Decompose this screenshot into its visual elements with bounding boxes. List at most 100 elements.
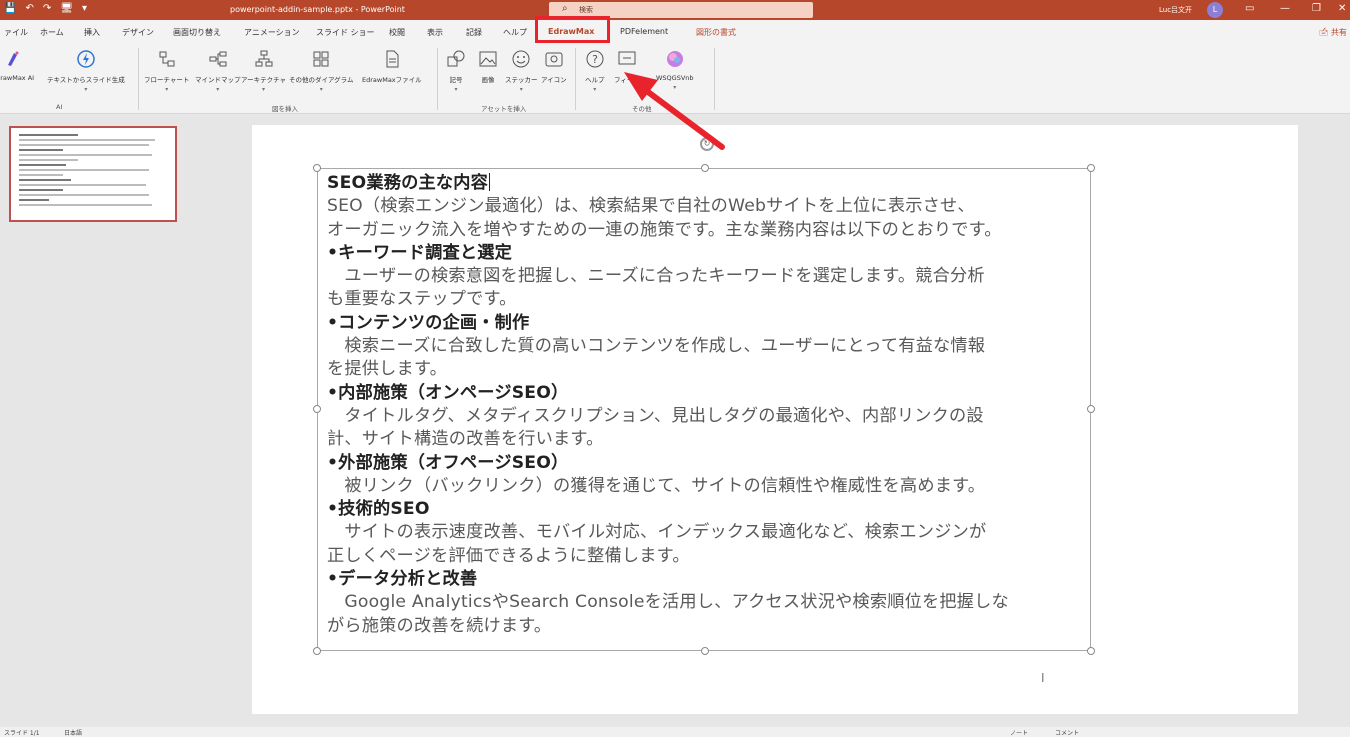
resize-handle[interactable] [313,164,321,172]
body-text-line: 被リンク（バックリンク）の獲得を通じて、サイトの信頼性や権威性を高めます。 [327,475,986,496]
sticker-button[interactable]: ステッカー ▾ [505,50,538,93]
help-icon: ? [586,50,604,68]
other-diagrams-button[interactable]: その他のダイアグラム ▾ [289,50,353,93]
redo-icon[interactable]: ↷ [43,3,51,14]
body-text-line: Google AnalyticsやSearch Consoleを活用し、アクセス… [327,592,1009,613]
tab-shape-format[interactable]: 図形の書式 [696,27,736,38]
tab-pdfelement[interactable]: PDFelement [620,27,668,36]
ribbon-display-icon[interactable]: ▭ [1245,3,1254,14]
text-to-slide-button[interactable]: テキストからスライド生成 ▾ [47,50,125,93]
customize-qa-icon[interactable]: ▾ [82,3,87,14]
feedback-button[interactable]: フィード [614,50,640,84]
sticker-icon [512,50,530,68]
group-label-ai: AI [56,103,63,111]
tab-help[interactable]: ヘルプ [503,27,527,38]
user-name[interactable]: Luc吕文开 [1159,5,1192,15]
body-text-line: 検索ニーズに合致した質の高いコンテンツを作成し、ユーザーにとって有益な情報 [327,336,986,357]
button-label: フィード [614,76,640,84]
help-button[interactable]: ? ヘルプ ▾ [585,50,605,93]
share-button[interactable]: 🖆 共有 [1319,27,1347,41]
app-orb-icon [666,51,683,67]
tab-file[interactable]: ァイル [4,27,28,38]
edrawmax-ai-button[interactable]: EdrawMax AI [0,50,34,82]
resize-handle[interactable] [313,647,321,655]
present-icon[interactable]: 🖥 [60,3,73,14]
tab-review[interactable]: 校閲 [389,27,405,38]
ribbon-divider [138,48,139,110]
tab-transitions[interactable]: 画面切り替え [173,27,221,38]
body-text-line: 計、サイト構造の改善を行います。 [327,429,604,450]
slide-counter: スライド 1/1 [4,730,40,737]
mindmap-icon [209,51,227,67]
tab-animations[interactable]: アニメーション [244,27,300,38]
chevron-down-icon: ▾ [165,86,169,93]
body-text-line: サイトの表示速度改善、モバイル対応、インデックス最適化など、検索エンジンが [327,522,987,543]
icon-button[interactable]: アイコン [541,50,567,84]
image-button[interactable]: 画像 [479,50,497,84]
status-bar: スライド 1/1 日本語 ノート コメント [0,727,1350,737]
slide-text-content[interactable]: SEO業務の主な内容 SEO（検索エンジン最適化）は、検索結果で自社のWebサイ… [327,172,1087,638]
minimize-icon[interactable]: — [1280,3,1290,14]
bullet-heading: •データ分析と改善 [327,569,478,590]
tab-home[interactable]: ホーム [40,27,64,38]
slide-title: SEO業務の主な内容 [327,173,491,193]
chevron-down-icon: ▾ [593,86,597,93]
feedback-icon [618,51,636,65]
mindmap-button[interactable]: マインドマップ ▾ [195,50,241,93]
button-label: 画像 [481,76,495,84]
resize-handle[interactable] [701,164,709,172]
tab-view[interactable]: 表示 [427,27,443,38]
architecture-button[interactable]: アーキテクチャ ▾ [241,50,286,93]
resize-handle[interactable] [701,647,709,655]
tab-insert[interactable]: 挿入 [84,27,100,38]
ribbon: EdrawMax AI テキストからスライド生成 ▾ AI フローチャート ▾ … [0,44,1350,114]
avatar[interactable]: L [1207,2,1223,18]
save-icon[interactable]: 💾 [4,3,16,14]
slide-canvas[interactable]: ↻ SEO業務の主な内容 SEO（検索エンジン最適化）は、検索結果で自社のWeb… [252,125,1298,714]
restore-icon[interactable]: ❐ [1312,3,1321,14]
ai-pen-icon [8,51,19,66]
chevron-down-icon: ▾ [673,84,677,91]
document-title: powerpoint-addin-sample.pptx - PowerPoin… [230,5,405,14]
edrawmax-file-button[interactable]: EdrawMaxファイル [362,50,422,84]
chevron-down-icon: ▾ [84,86,88,93]
notes-button[interactable]: ノート [1010,728,1028,737]
slide-thumbnail[interactable] [9,126,177,222]
chevron-down-icon: ▾ [519,86,523,93]
bullet-heading: •内部施策（オンページSEO） [327,382,569,403]
close-icon[interactable]: ✕ [1338,3,1346,14]
flowchart-icon [159,51,175,67]
ribbon-divider [437,48,438,110]
rotate-handle-icon[interactable]: ↻ [700,137,714,151]
resize-handle[interactable] [1087,405,1095,413]
wsqgsvnb-button[interactable]: WSQGSVnb ▾ [656,50,694,91]
bullet-heading: •外部施策（オフページSEO） [327,452,569,473]
quick-access-toolbar: 💾 ↶ ↷ 🖥 ▾ [4,3,87,14]
resize-handle[interactable] [1087,164,1095,172]
text-box[interactable]: SEO業務の主な内容 SEO（検索エンジン最適化）は、検索結果で自社のWebサイ… [313,164,1095,655]
body-text-line: SEO（検索エンジン最適化）は、検索結果で自社のWebサイトを上位に表示させ、 [327,196,975,217]
group-label-other: その他 [632,105,652,113]
body-text-line: オーガニック流入を増やすための一連の施策です。主な業務内容は以下のとおりです。 [327,219,1002,240]
symbol-button[interactable]: 記号 ▾ [447,50,465,93]
chevron-down-icon: ▾ [216,86,220,93]
icon-library-icon [545,52,563,67]
tab-slideshow[interactable]: スライド ショー [316,27,375,38]
flowchart-button[interactable]: フローチャート ▾ [144,50,189,93]
comments-button[interactable]: コメント [1055,728,1079,737]
button-label: テキストからスライド生成 [47,76,125,84]
ibeam-cursor-icon: I [1041,671,1045,685]
slide-thumbnail-pane [0,114,193,727]
tab-design[interactable]: デザイン [122,27,154,38]
file-icon [386,50,399,68]
resize-handle[interactable] [1087,647,1095,655]
resize-handle[interactable] [313,405,321,413]
language-indicator[interactable]: 日本語 [64,728,82,737]
tab-record[interactable]: 記録 [466,27,482,38]
architecture-icon [255,50,273,67]
ribbon-divider [714,48,715,110]
body-text-line: がら施策の改善を続けます。 [327,615,552,636]
bullet-heading: •キーワード調査と選定 [327,242,513,263]
undo-icon[interactable]: ↶ [25,3,33,14]
bullet-heading: •コンテンツの企画・制作 [327,312,530,333]
